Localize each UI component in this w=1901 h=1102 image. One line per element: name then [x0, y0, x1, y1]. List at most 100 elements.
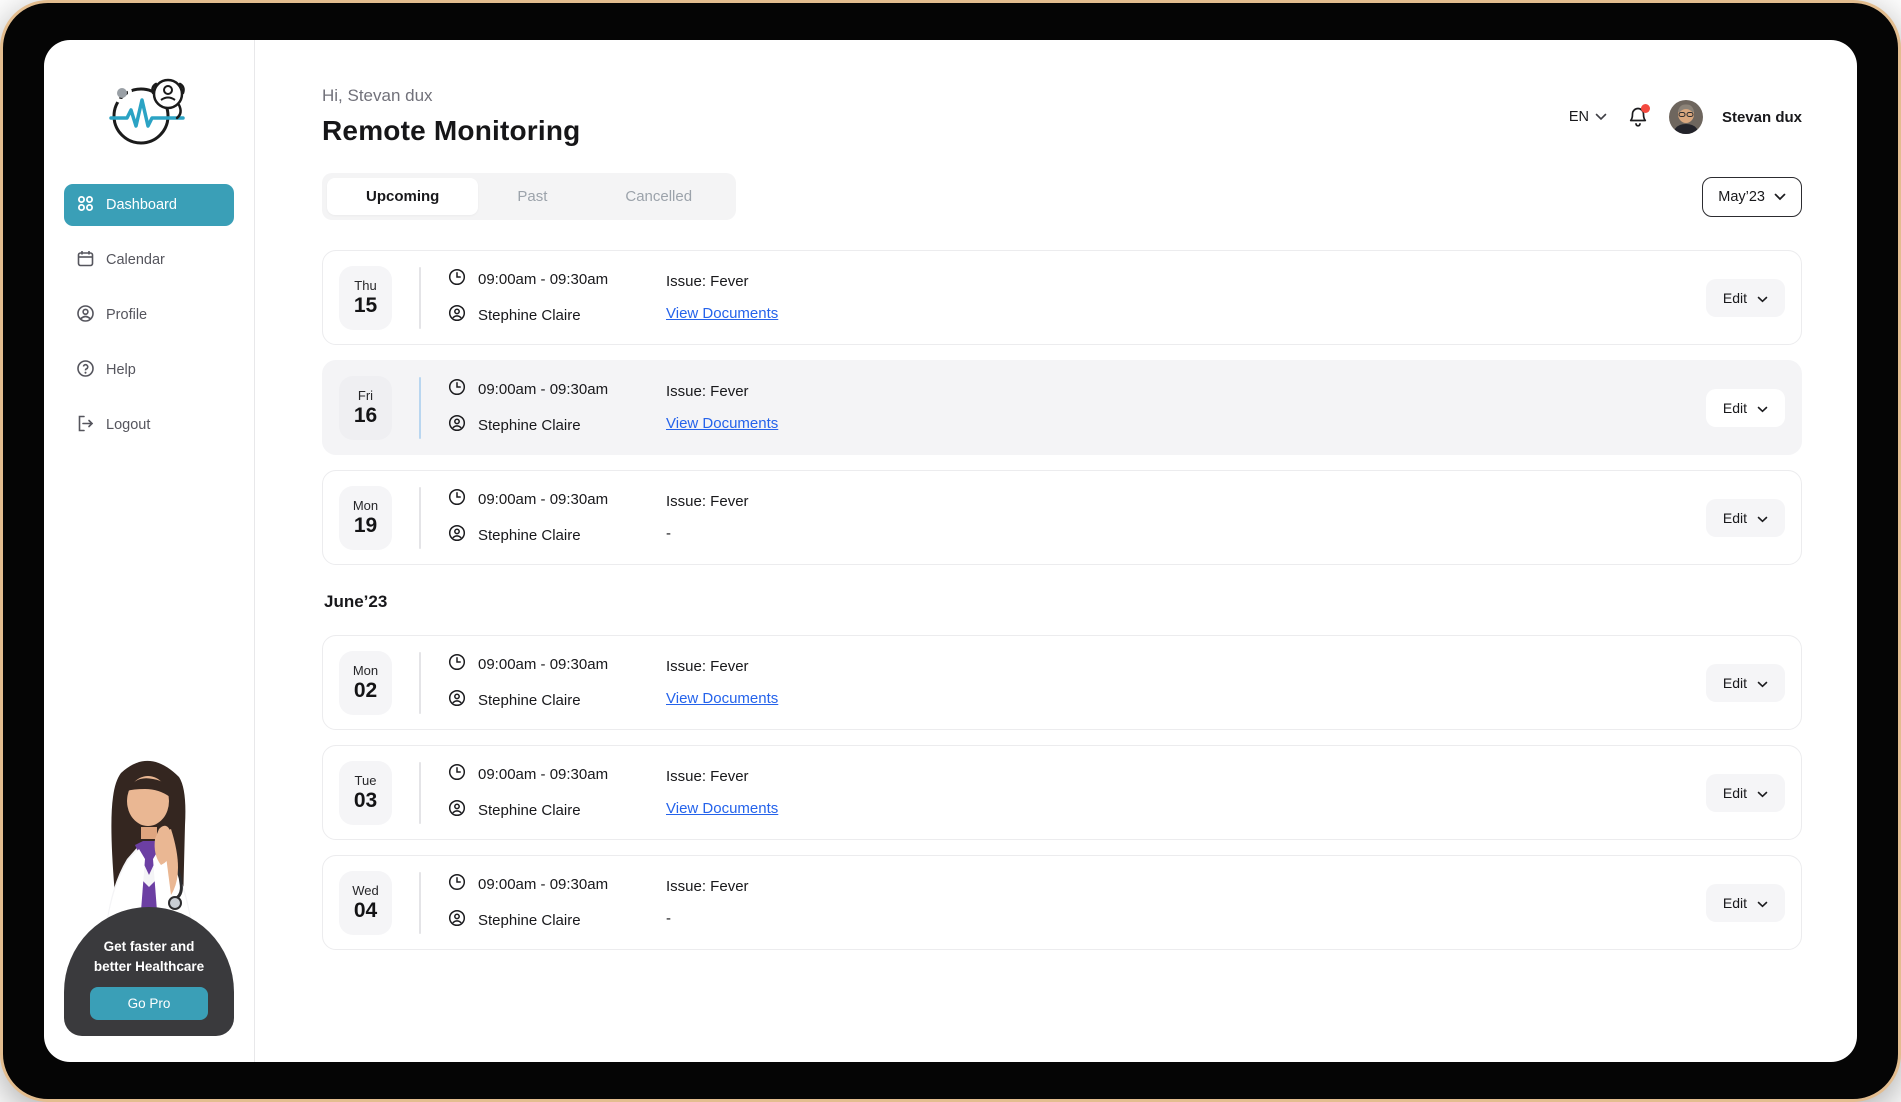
- view-documents-link[interactable]: View Documents: [666, 304, 778, 324]
- notification-dot: [1641, 104, 1650, 113]
- notifications-button[interactable]: [1626, 105, 1650, 129]
- appointment-time: 09:00am - 09:30am: [448, 873, 656, 897]
- edit-dropdown-button[interactable]: Edit: [1706, 279, 1785, 317]
- tab-cancelled[interactable]: Cancelled: [586, 178, 731, 215]
- filter-row: Upcoming Past Cancelled May’23: [322, 173, 1802, 220]
- sidebar-item-help[interactable]: Help: [64, 349, 234, 391]
- edit-dropdown-button[interactable]: Edit: [1706, 884, 1785, 922]
- sidebar-item-profile[interactable]: Profile: [64, 294, 234, 336]
- greeting-text: Hi, Stevan dux: [322, 86, 581, 106]
- issue-text: Issue: Fever: [666, 657, 778, 677]
- grid-icon: [76, 194, 95, 217]
- edit-dropdown-button[interactable]: Edit: [1706, 499, 1785, 537]
- date-chip-number: 16: [354, 404, 377, 428]
- sidebar-item-calendar[interactable]: Calendar: [64, 239, 234, 281]
- issue-column: Issue: Fever View Documents: [666, 657, 778, 709]
- main-content: Hi, Stevan dux Remote Monitoring EN: [255, 40, 1857, 1062]
- patient-icon: [448, 414, 466, 438]
- avatar[interactable]: [1669, 100, 1703, 134]
- view-documents-link[interactable]: View Documents: [666, 799, 778, 819]
- no-documents-dash: -: [666, 909, 749, 929]
- appointment-patient: Stephine Claire: [448, 909, 656, 933]
- chevron-down-icon: [1757, 510, 1768, 526]
- sidebar: Dashboard Calendar Profile: [44, 40, 255, 1062]
- appointment-info: 09:00am - 09:30am Stephine Claire: [448, 488, 656, 548]
- appointment-time: 09:00am - 09:30am: [448, 268, 656, 292]
- chevron-down-icon: [1757, 675, 1768, 691]
- issue-column: Issue: Fever View Documents: [666, 767, 778, 819]
- tab-bar: Upcoming Past Cancelled: [322, 173, 736, 220]
- promo-card: Get faster and better Healthcare Go Pro: [64, 755, 234, 1036]
- logout-icon: [76, 414, 95, 437]
- date-chip-number: 19: [354, 514, 377, 538]
- month-filter-dropdown[interactable]: May’23: [1702, 177, 1802, 217]
- issue-text: Issue: Fever: [666, 767, 778, 787]
- appointment-card: Wed 04 09:00am - 09:30am Stephine Claire…: [322, 855, 1802, 950]
- user-name: Stevan dux: [1722, 109, 1802, 126]
- chevron-down-icon: [1595, 109, 1607, 125]
- edit-dropdown-button[interactable]: Edit: [1706, 774, 1785, 812]
- issue-column: Issue: Fever -: [666, 492, 749, 544]
- bell-icon: [1626, 116, 1650, 133]
- sidebar-item-logout[interactable]: Logout: [64, 404, 234, 446]
- issue-column: Issue: Fever View Documents: [666, 382, 778, 434]
- date-chip: Tue 03: [339, 761, 392, 825]
- appointment-patient: Stephine Claire: [448, 689, 656, 713]
- date-chip-day: Fri: [358, 388, 373, 403]
- appointment-card: Thu 15 09:00am - 09:30am Stephine Claire…: [322, 250, 1802, 345]
- appointment-time: 09:00am - 09:30am: [448, 378, 656, 402]
- date-chip-day: Tue: [355, 773, 377, 788]
- patient-icon: [448, 304, 466, 328]
- date-chip-day: Mon: [353, 663, 378, 678]
- date-chip: Fri 16: [339, 376, 392, 440]
- clock-icon: [448, 378, 466, 402]
- clock-icon: [448, 268, 466, 292]
- issue-text: Issue: Fever: [666, 492, 749, 512]
- tab-past[interactable]: Past: [478, 178, 586, 215]
- date-chip: Thu 15: [339, 266, 392, 330]
- chevron-down-icon: [1757, 895, 1768, 911]
- vertical-divider: [419, 267, 421, 329]
- edit-dropdown-button[interactable]: Edit: [1706, 389, 1785, 427]
- appointment-patient: Stephine Claire: [448, 524, 656, 548]
- appointment-info: 09:00am - 09:30am Stephine Claire: [448, 873, 656, 933]
- date-chip-number: 02: [354, 679, 377, 703]
- issue-text: Issue: Fever: [666, 877, 749, 897]
- app-logo-icon: [101, 74, 197, 150]
- appointment-card: Tue 03 09:00am - 09:30am Stephine Claire…: [322, 745, 1802, 840]
- language-selector[interactable]: EN: [1569, 109, 1607, 125]
- view-documents-link[interactable]: View Documents: [666, 689, 778, 709]
- clock-icon: [448, 653, 466, 677]
- appointment-time: 09:00am - 09:30am: [448, 653, 656, 677]
- issue-column: Issue: Fever View Documents: [666, 272, 778, 324]
- sidebar-item-label: Calendar: [106, 252, 165, 268]
- appointment-info: 09:00am - 09:30am Stephine Claire: [448, 268, 656, 328]
- date-chip-day: Thu: [354, 278, 376, 293]
- appointment-patient: Stephine Claire: [448, 799, 656, 823]
- sidebar-nav: Dashboard Calendar Profile: [64, 184, 234, 446]
- appointment-card: Mon 19 09:00am - 09:30am Stephine Claire…: [322, 470, 1802, 565]
- vertical-divider: [419, 872, 421, 934]
- page-title: Remote Monitoring: [322, 115, 581, 147]
- issue-text: Issue: Fever: [666, 272, 778, 292]
- calendar-icon: [76, 249, 95, 272]
- patient-icon: [448, 689, 466, 713]
- appointment-time: 09:00am - 09:30am: [448, 763, 656, 787]
- month-filter-label: May’23: [1718, 189, 1765, 205]
- chevron-down-icon: [1757, 785, 1768, 801]
- go-pro-button[interactable]: Go Pro: [90, 987, 208, 1020]
- section-title: June’23: [324, 592, 1800, 612]
- sidebar-item-dashboard[interactable]: Dashboard: [64, 184, 234, 226]
- edit-dropdown-button[interactable]: Edit: [1706, 664, 1785, 702]
- user-cluster: EN: [1569, 100, 1802, 134]
- view-documents-link[interactable]: View Documents: [666, 414, 778, 434]
- date-chip-day: Mon: [353, 498, 378, 513]
- appointment-info: 09:00am - 09:30am Stephine Claire: [448, 763, 656, 823]
- appointments-list: Thu 15 09:00am - 09:30am Stephine Claire…: [322, 250, 1802, 950]
- sidebar-item-label: Help: [106, 362, 136, 378]
- tab-upcoming[interactable]: Upcoming: [327, 178, 478, 215]
- page-heading: Hi, Stevan dux Remote Monitoring: [322, 86, 581, 147]
- appointment-patient: Stephine Claire: [448, 414, 656, 438]
- sidebar-item-label: Dashboard: [106, 197, 177, 213]
- language-label: EN: [1569, 109, 1589, 125]
